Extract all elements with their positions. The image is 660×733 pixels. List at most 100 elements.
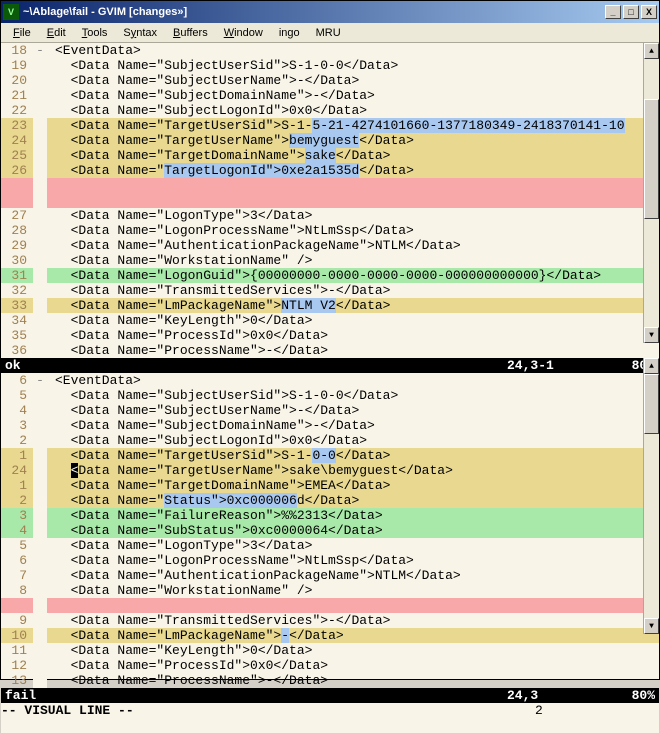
menu-buffers[interactable]: Buffers	[165, 25, 216, 41]
code-text[interactable]: <Data Name="AuthenticationPackageName">N…	[47, 238, 659, 253]
code-line[interactable]: 2 <Data Name="Status">0xc000006d</Data>	[1, 493, 659, 508]
code-text[interactable]: <Data Name="ProcessName">-</Data>	[47, 343, 659, 358]
titlebar[interactable]: V ~\Ablage\fail - GVIM [changes»] _ □ X	[1, 1, 659, 23]
menu-edit[interactable]: Edit	[39, 25, 74, 41]
code-line[interactable]: 12 <Data Name="ProcessId">0x0</Data>	[1, 658, 659, 673]
code-text[interactable]: <Data Name="LogonProcessName">NtLmSsp</D…	[47, 223, 659, 238]
fold-column[interactable]	[33, 163, 47, 178]
fold-column[interactable]	[33, 673, 47, 688]
code-text[interactable]: <Data Name="SubjectDomainName">-</Data>	[47, 88, 659, 103]
command-line[interactable]: -- VISUAL LINE -- 2	[1, 703, 659, 733]
fold-column[interactable]	[33, 148, 47, 163]
scroll-thumb[interactable]	[644, 99, 659, 219]
code-line[interactable]: 9 <Data Name="TransmittedServices">-</Da…	[1, 613, 659, 628]
fold-column[interactable]	[33, 103, 47, 118]
code-line[interactable]: 2 <Data Name="SubjectLogonId">0x0</Data>	[1, 433, 659, 448]
code-line[interactable]: 24 <Data Name="TargetUserName">sake\bemy…	[1, 463, 659, 478]
code-line[interactable]: 23 <Data Name="TargetUserSid">S-1-5-21-4…	[1, 118, 659, 133]
code-line[interactable]: 11 <Data Name="KeyLength">0</Data>	[1, 643, 659, 658]
menu-ingo[interactable]: ingo	[271, 25, 308, 41]
code-text[interactable]: <Data Name="ProcessName">-</Data>	[47, 673, 659, 688]
menu-window[interactable]: Window	[216, 25, 271, 41]
code-line[interactable]: 7 <Data Name="AuthenticationPackageName"…	[1, 568, 659, 583]
code-text[interactable]: <Data Name="TargetUserName">sake\bemygue…	[47, 463, 659, 478]
fold-column[interactable]	[33, 268, 47, 283]
code-text[interactable]: <Data Name="LogonType">3</Data>	[47, 208, 659, 223]
code-text[interactable]: <Data Name="WorkstationName" />	[47, 583, 659, 598]
code-line[interactable]: 4 <Data Name="SubStatus">0xc0000064</Dat…	[1, 523, 659, 538]
fold-column[interactable]	[33, 613, 47, 628]
fold-column[interactable]	[33, 658, 47, 673]
code-text[interactable]: <Data Name="SubStatus">0xc0000064</Data>	[47, 523, 659, 538]
code-line[interactable]: 31 <Data Name="LogonGuid">{00000000-0000…	[1, 268, 659, 283]
fold-column[interactable]	[33, 178, 47, 193]
code-line[interactable]: 35 <Data Name="ProcessId">0x0</Data>	[1, 328, 659, 343]
code-text[interactable]: <Data Name="LogonType">3</Data>	[47, 538, 659, 553]
code-text[interactable]: <Data Name="SubjectLogonId">0x0</Data>	[47, 433, 659, 448]
fold-column[interactable]	[33, 643, 47, 658]
code-line[interactable]	[1, 598, 659, 613]
minimize-button[interactable]: _	[605, 5, 621, 19]
scroll-thumb[interactable]	[644, 374, 659, 434]
menu-tools[interactable]: Tools	[74, 25, 116, 41]
fold-column[interactable]	[33, 508, 47, 523]
fold-column[interactable]	[33, 343, 47, 358]
menu-file[interactable]: File	[5, 25, 39, 41]
fold-column[interactable]	[33, 583, 47, 598]
fold-column[interactable]	[33, 298, 47, 313]
code-line[interactable]: 26 <Data Name="TargetLogonId">0xe2a1535d…	[1, 163, 659, 178]
code-text[interactable]: <Data Name="TargetUserSid">S-1-0-0</Data…	[47, 448, 659, 463]
fold-column[interactable]	[33, 328, 47, 343]
fold-column[interactable]	[33, 598, 47, 613]
code-line[interactable]: 28 <Data Name="LogonProcessName">NtLmSsp…	[1, 223, 659, 238]
code-line[interactable]: 18-<EventData>	[1, 43, 659, 58]
code-text[interactable]: <Data Name="SubjectDomainName">-</Data>	[47, 418, 659, 433]
code-text[interactable]: <Data Name="LogonGuid">{00000000-0000-00…	[47, 268, 659, 283]
fold-column[interactable]	[33, 553, 47, 568]
code-text[interactable]: <EventData>	[47, 373, 659, 388]
fold-column[interactable]	[33, 418, 47, 433]
fold-column[interactable]	[33, 538, 47, 553]
code-line[interactable]: 30 <Data Name="WorkstationName" />	[1, 253, 659, 268]
code-line[interactable]: 5 <Data Name="LogonType">3</Data>	[1, 538, 659, 553]
code-line[interactable]: 27 <Data Name="LogonType">3</Data>	[1, 208, 659, 223]
fold-column[interactable]	[33, 568, 47, 583]
code-line[interactable]: 32 <Data Name="TransmittedServices">-</D…	[1, 283, 659, 298]
code-line[interactable]: 19 <Data Name="SubjectUserSid">S-1-0-0</…	[1, 58, 659, 73]
code-text[interactable]: <Data Name="TransmittedServices">-</Data…	[47, 613, 659, 628]
code-line[interactable]: 21 <Data Name="SubjectDomainName">-</Dat…	[1, 88, 659, 103]
code-text[interactable]: <Data Name="LogonProcessName">NtLmSsp</D…	[47, 553, 659, 568]
code-text[interactable]: <Data Name="LmPackageName">-</Data>	[47, 628, 659, 643]
fold-column[interactable]	[33, 208, 47, 223]
fold-column[interactable]	[33, 283, 47, 298]
code-text[interactable]	[47, 178, 659, 193]
code-text[interactable]: <Data Name="TargetUserName">bemyguest</D…	[47, 133, 659, 148]
fold-column[interactable]: -	[33, 43, 47, 58]
fold-column[interactable]	[33, 253, 47, 268]
code-line[interactable]: 1 <Data Name="TargetDomainName">EMEA</Da…	[1, 478, 659, 493]
code-line[interactable]: 25 <Data Name="TargetDomainName">sake</D…	[1, 148, 659, 163]
code-text[interactable]: <Data Name="FailureReason">%%2313</Data>	[47, 508, 659, 523]
code-text[interactable]: <Data Name="TargetDomainName">sake</Data…	[47, 148, 659, 163]
code-line[interactable]: 4 <Data Name="SubjectUserName">-</Data>	[1, 403, 659, 418]
code-text[interactable]: <Data Name="Status">0xc000006d</Data>	[47, 493, 659, 508]
menu-syntax[interactable]: Syntax	[115, 25, 165, 41]
code-text[interactable]: <Data Name="LmPackageName">NTLM V2</Data…	[47, 298, 659, 313]
code-line[interactable]: 22 <Data Name="SubjectLogonId">0x0</Data…	[1, 103, 659, 118]
fold-column[interactable]	[33, 403, 47, 418]
code-line[interactable]: 34 <Data Name="KeyLength">0</Data>	[1, 313, 659, 328]
code-text[interactable]: <Data Name="TargetLogonId">0xe2a1535d</D…	[47, 163, 659, 178]
code-line[interactable]: 1 <Data Name="TargetUserSid">S-1-0-0</Da…	[1, 448, 659, 463]
fold-column[interactable]	[33, 628, 47, 643]
code-text[interactable]: <Data Name="ProcessId">0x0</Data>	[47, 658, 659, 673]
code-line[interactable]: 6-<EventData>	[1, 373, 659, 388]
scroll-down-icon[interactable]: ▼	[644, 618, 659, 634]
fold-column[interactable]	[33, 478, 47, 493]
code-text[interactable]: <Data Name="ProcessId">0x0</Data>	[47, 328, 659, 343]
fold-column[interactable]	[33, 448, 47, 463]
code-line[interactable]: 13 <Data Name="ProcessName">-</Data>	[1, 673, 659, 688]
fold-column[interactable]	[33, 118, 47, 133]
top-scrollbar[interactable]: ▲ ▼	[643, 43, 659, 343]
fold-column[interactable]	[33, 193, 47, 208]
code-text[interactable]: <Data Name="TargetUserSid">S-1-5-21-4274…	[47, 118, 659, 133]
